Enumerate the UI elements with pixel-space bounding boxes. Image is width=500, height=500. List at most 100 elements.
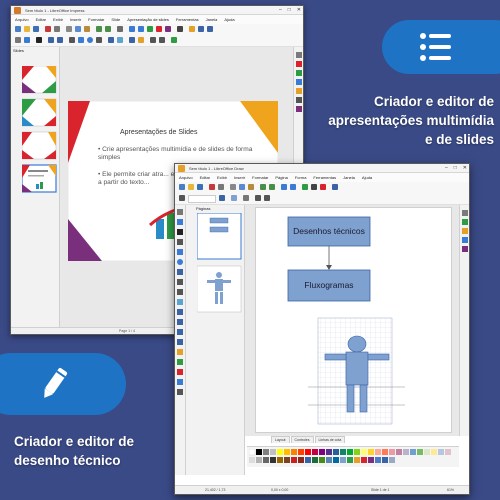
menu-forma[interactable]: Forma [295, 173, 307, 182]
select-icon[interactable] [177, 209, 183, 215]
save-icon[interactable] [33, 26, 39, 32]
shadow-icon[interactable] [243, 195, 249, 201]
menu-editar[interactable]: Editar [200, 173, 210, 182]
technical-drawing[interactable] [308, 317, 405, 425]
print-icon[interactable] [218, 184, 224, 190]
master-slides-icon[interactable] [296, 61, 302, 67]
text-icon[interactable] [36, 37, 42, 43]
tab-controles[interactable]: Controles [290, 436, 314, 443]
menu-ferramentas[interactable]: Ferramentas [176, 15, 199, 24]
menu-pagina[interactable]: Página [275, 173, 287, 182]
slide-thumbnail-1[interactable] [22, 66, 57, 94]
redo-icon[interactable] [105, 26, 111, 32]
slide-icon[interactable] [198, 26, 204, 32]
align-icon[interactable] [255, 195, 261, 201]
page-thumbnail-2[interactable] [197, 265, 242, 313]
rectangle-icon[interactable] [78, 37, 84, 43]
image-icon[interactable] [302, 184, 308, 190]
basic-shapes-icon[interactable] [177, 299, 183, 305]
chart-icon[interactable] [320, 184, 326, 190]
callouts-icon[interactable] [177, 339, 183, 345]
menu-apresentacao[interactable]: Apresentação de slides [127, 15, 169, 24]
menu-arquivo[interactable]: Arquivo [179, 173, 193, 182]
chart-icon[interactable] [156, 26, 162, 32]
arrange-icon[interactable] [159, 37, 165, 43]
page-thumbnail-1[interactable] [197, 213, 242, 260]
undo-icon[interactable] [260, 184, 266, 190]
menu-ajuda[interactable]: Ajuda [362, 173, 372, 182]
fill-color-icon[interactable] [231, 195, 237, 201]
star-icon[interactable] [138, 37, 144, 43]
styles-icon[interactable] [296, 88, 302, 94]
ellipse-icon[interactable] [177, 259, 183, 265]
cut-icon[interactable] [66, 26, 72, 32]
navigator-icon[interactable] [462, 237, 468, 243]
shapes-icon[interactable] [462, 246, 468, 252]
slide-thumbnail-2[interactable] [22, 98, 57, 127]
slide-thumbnail-3[interactable] [22, 131, 57, 160]
textbox-icon[interactable] [311, 184, 317, 190]
zoom-icon[interactable] [177, 219, 183, 225]
line-icon[interactable] [69, 37, 75, 43]
connector-arrow[interactable] [326, 246, 332, 270]
stars-icon[interactable] [177, 349, 183, 355]
menu-formatar[interactable]: Formatar [88, 15, 104, 24]
menu-ferramentas[interactable]: Ferramentas [313, 173, 336, 182]
navigator-icon[interactable] [296, 106, 302, 112]
save-icon[interactable] [197, 184, 203, 190]
ellipse-icon[interactable] [87, 37, 93, 43]
maximize-icon[interactable]: □ [454, 165, 457, 172]
print-icon[interactable] [54, 26, 60, 32]
properties-icon[interactable] [462, 210, 468, 216]
arrange-icon[interactable] [264, 195, 270, 201]
paste-icon[interactable] [84, 26, 90, 32]
tab-layout[interactable]: Layout [271, 436, 290, 443]
line-icon[interactable] [177, 239, 183, 245]
text-icon[interactable] [177, 229, 183, 235]
menu-inserir[interactable]: Inserir [234, 173, 245, 182]
menu-exibir[interactable]: Exibir [217, 173, 227, 182]
cut-icon[interactable] [230, 184, 236, 190]
animation-icon[interactable] [296, 70, 302, 76]
select-icon[interactable] [15, 37, 21, 43]
3d-icon[interactable] [171, 37, 177, 43]
layout-icon[interactable] [207, 26, 213, 32]
helplines-icon[interactable] [290, 184, 296, 190]
menu-janela[interactable]: Janela [343, 173, 355, 182]
zoom-icon[interactable] [24, 37, 30, 43]
menu-arquivo[interactable]: Arquivo [15, 15, 29, 24]
menu-ajuda[interactable]: Ajuda [224, 15, 234, 24]
3d-objects-icon[interactable] [177, 359, 183, 365]
properties-icon[interactable] [296, 52, 302, 58]
flowchart-icon[interactable] [177, 329, 183, 335]
page-icon[interactable] [332, 184, 338, 190]
open-icon[interactable] [188, 184, 194, 190]
menu-editar[interactable]: Editar [36, 15, 46, 24]
menu-slide[interactable]: Slide [111, 15, 120, 24]
table-icon[interactable] [138, 26, 144, 32]
menu-inserir[interactable]: Inserir [70, 15, 81, 24]
line-color-icon[interactable] [219, 195, 225, 201]
minimize-icon[interactable]: – [279, 7, 282, 14]
curve-icon[interactable] [96, 37, 102, 43]
grid-icon[interactable] [281, 184, 287, 190]
menu-formatar[interactable]: Formatar [252, 173, 268, 182]
copy-icon[interactable] [75, 26, 81, 32]
new-icon[interactable] [179, 184, 185, 190]
gallery-icon[interactable] [462, 228, 468, 234]
image-icon[interactable] [147, 26, 153, 32]
spelling-icon[interactable] [117, 26, 123, 32]
media-icon[interactable] [165, 26, 171, 32]
line-width-field[interactable] [188, 195, 216, 203]
align-objects-icon[interactable] [177, 379, 183, 385]
slide-thumbnail-4[interactable] [22, 164, 57, 193]
new-icon[interactable] [15, 26, 21, 32]
fill-color-icon[interactable] [48, 37, 54, 43]
close-icon[interactable]: ✕ [463, 165, 467, 172]
gallery-icon[interactable] [296, 97, 302, 103]
arrow-icon[interactable] [177, 269, 183, 275]
styles-icon[interactable] [462, 219, 468, 225]
open-icon[interactable] [24, 26, 30, 32]
menu-exibir[interactable]: Exibir [53, 15, 63, 24]
textbox-icon[interactable] [177, 26, 183, 32]
